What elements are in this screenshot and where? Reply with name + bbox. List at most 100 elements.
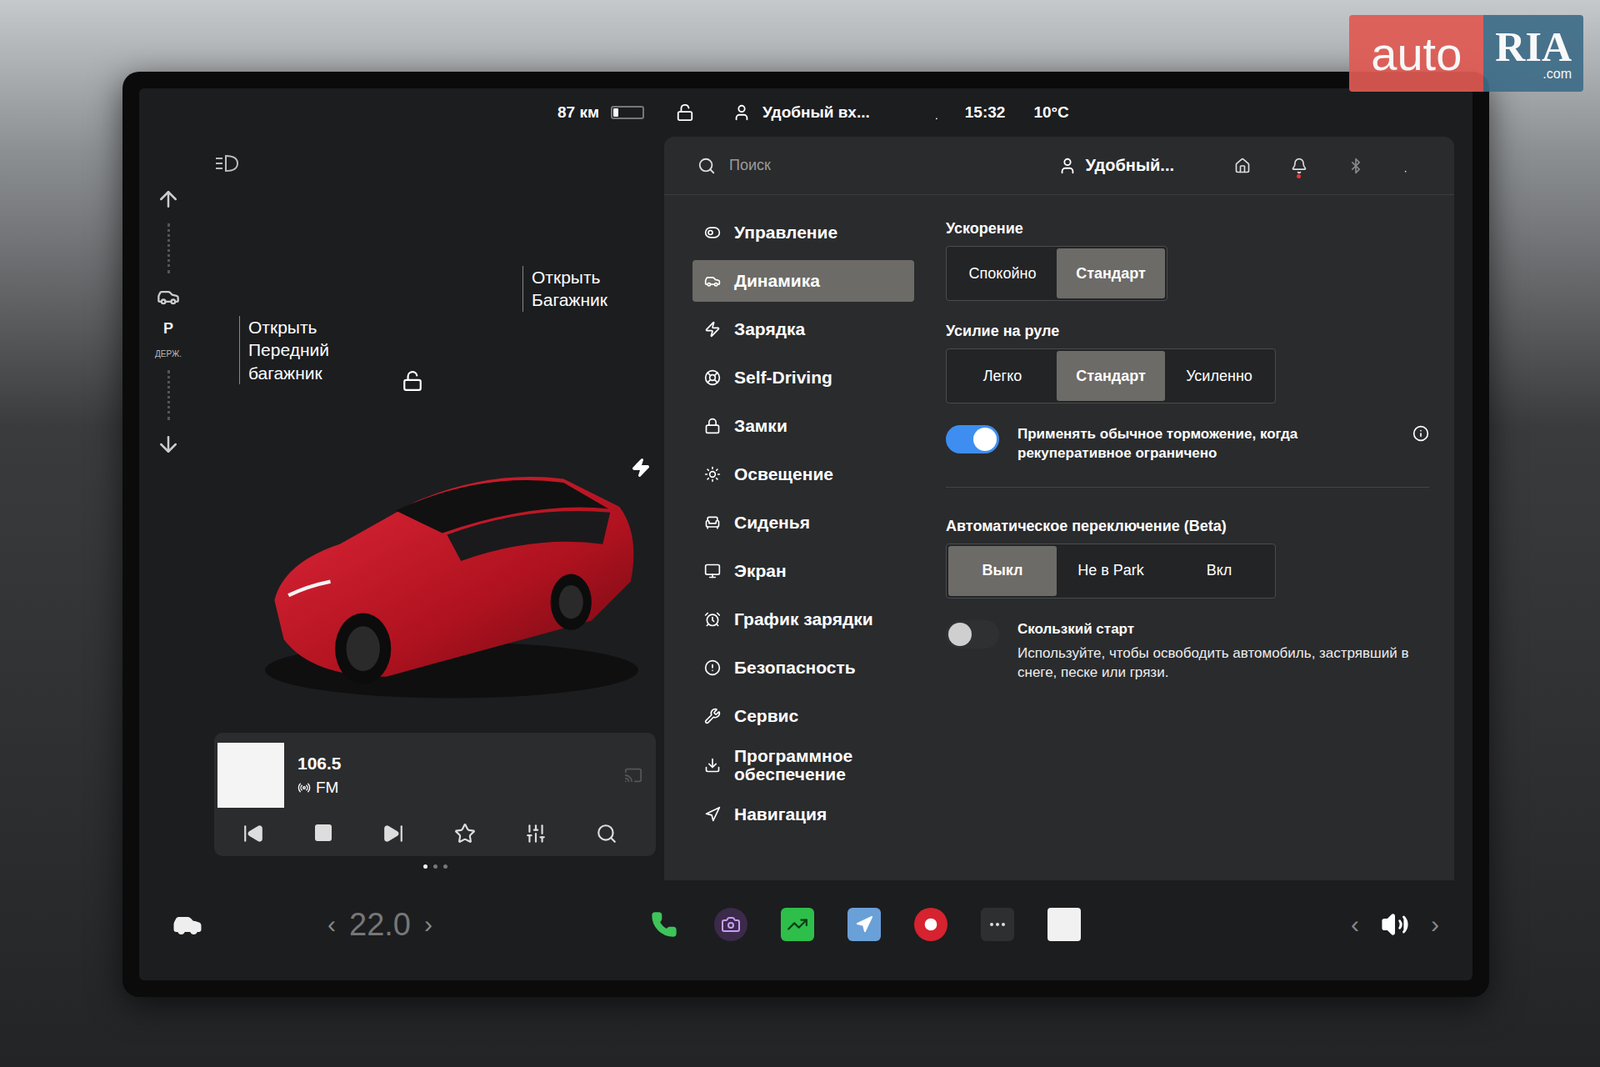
- page-dot[interactable]: [423, 864, 428, 869]
- previous-button[interactable]: [239, 819, 268, 848]
- menu-item[interactable]: Сиденья: [692, 501, 915, 544]
- volume-down[interactable]: ‹: [1350, 910, 1360, 939]
- menu-item[interactable]: Навигация: [692, 793, 915, 835]
- charge-port[interactable]: [630, 457, 651, 481]
- camera-icon[interactable]: [720, 914, 741, 935]
- navigation-icon[interactable]: [855, 915, 874, 934]
- page-dots[interactable]: [214, 855, 656, 869]
- previous-icon[interactable]: [242, 822, 265, 845]
- toggle-switch[interactable]: [945, 425, 1000, 454]
- chart-icon[interactable]: [786, 913, 809, 935]
- menu-item[interactable]: Сервис: [692, 695, 915, 737]
- profile-name[interactable]: Удобный вх...: [762, 103, 870, 122]
- menu-item-icon: [704, 610, 721, 628]
- cabin-temperature[interactable]: 22.0: [349, 906, 411, 943]
- unlock-icon[interactable]: [401, 370, 424, 392]
- media-app[interactable]: [1047, 907, 1081, 941]
- source-icon[interactable]: [624, 765, 643, 785]
- phone-app[interactable]: [647, 907, 681, 941]
- bluetooth-icon[interactable]: [1347, 157, 1365, 175]
- menu-item[interactable]: Освещение: [692, 453, 915, 495]
- navigation-app[interactable]: [847, 907, 881, 941]
- camera-app[interactable]: [714, 907, 748, 941]
- segment-button[interactable]: Выкл: [948, 545, 1057, 596]
- menu-item-icon: [704, 756, 721, 774]
- clock: 15:32: [965, 103, 1006, 122]
- record-icon[interactable]: [924, 917, 938, 931]
- segment-button[interactable]: Стандарт: [1056, 248, 1165, 299]
- stop-icon[interactable]: [313, 822, 334, 843]
- toggle-switch[interactable]: [945, 620, 1000, 649]
- car-icon[interactable]: [172, 909, 203, 940]
- temp-down[interactable]: ‹: [327, 910, 336, 939]
- volume-control: ‹›: [1350, 910, 1440, 939]
- watermark-logo: RIA.com: [1483, 15, 1584, 92]
- unlock-icon[interactable]: [675, 103, 695, 122]
- volume-up[interactable]: ›: [1430, 910, 1440, 939]
- energy-app[interactable]: [780, 907, 815, 941]
- temp-up[interactable]: ›: [424, 910, 433, 939]
- band: FM: [297, 778, 611, 797]
- phone-icon[interactable]: [650, 910, 678, 938]
- star-icon[interactable]: [454, 822, 476, 845]
- settings-panel: Поиск Удобный... Управление Динамика Зарядка…: [664, 136, 1455, 880]
- segment-button[interactable]: Спокойно: [948, 248, 1057, 299]
- favorite-button[interactable]: [450, 819, 480, 848]
- info-icon[interactable]: [1412, 425, 1430, 442]
- car-lock[interactable]: [401, 370, 424, 395]
- next-button[interactable]: [379, 819, 408, 848]
- gear-selector[interactable]: PДЕРЖ.: [139, 136, 198, 880]
- front-trunk-button[interactable]: ОткрытьПереднийбагажник: [239, 315, 330, 385]
- menu-item[interactable]: Экран: [692, 550, 915, 592]
- segment-button[interactable]: Стандарт: [1056, 350, 1165, 401]
- watermark-brand: auto: [1349, 15, 1484, 92]
- ellipsis-icon[interactable]: [987, 914, 1008, 935]
- segment-button[interactable]: Вкл: [1165, 545, 1274, 596]
- menu-item[interactable]: Замки: [692, 405, 915, 447]
- search-button[interactable]: [592, 819, 621, 848]
- page-dot[interactable]: [433, 864, 438, 869]
- no-signal-icon: [935, 103, 954, 122]
- home-button[interactable]: [1234, 157, 1251, 175]
- menu-item[interactable]: Зарядка: [692, 308, 915, 350]
- next-icon[interactable]: [382, 822, 405, 845]
- home-icon[interactable]: [1234, 157, 1251, 175]
- bell-icon[interactable]: [1290, 157, 1308, 175]
- segment-button[interactable]: Легко: [948, 350, 1057, 401]
- menu-item[interactable]: Динамика: [692, 260, 915, 302]
- car-stage: ОткрытьПереднийбагажник ОткрытьБагажник: [214, 153, 656, 733]
- profile-button[interactable]: Удобный...: [1058, 155, 1175, 175]
- bluetooth-button[interactable]: [1347, 157, 1365, 175]
- menu-item[interactable]: Управление: [692, 211, 915, 254]
- rear-trunk-button[interactable]: ОткрытьБагажник: [522, 265, 608, 312]
- setting-section: Усилие на рулеЛегкоСтандартУсиленно: [945, 322, 1430, 404]
- media-controls: [217, 819, 643, 848]
- menu-item[interactable]: Программное обеспечение: [692, 743, 915, 787]
- more-apps[interactable]: [980, 907, 1015, 941]
- equalizer-button[interactable]: [521, 819, 550, 848]
- stop-button[interactable]: [310, 819, 337, 848]
- volume-icon[interactable]: [1380, 910, 1410, 939]
- equalizer-icon[interactable]: [525, 822, 547, 845]
- page: 87 кмУдобный вх...15:3210°CPДЕРЖ.Открыть…: [0, 0, 1600, 1067]
- settings-header: Поиск Удобный...: [664, 136, 1455, 195]
- menu-item[interactable]: Безопасность: [692, 646, 915, 689]
- menu-item[interactable]: График зарядки: [692, 598, 915, 640]
- segmented-control: ВыклНе в ParkВкл: [945, 543, 1276, 599]
- app-dock: [402, 907, 1326, 941]
- lightning-icon[interactable]: [630, 457, 651, 478]
- search-field[interactable]: Поиск: [697, 156, 1044, 175]
- gear-label: P: [163, 320, 174, 338]
- segment-button[interactable]: Не в Park: [1056, 545, 1165, 596]
- notifications-button[interactable]: [1290, 157, 1308, 175]
- segment-button[interactable]: Усиленно: [1165, 350, 1274, 401]
- search-icon[interactable]: [595, 822, 618, 845]
- auto-headlights-icon[interactable]: [214, 153, 243, 174]
- menu-item[interactable]: Self-Driving: [692, 356, 915, 399]
- toggle-row: Применять обычное торможение, когда реку…: [945, 425, 1430, 464]
- user-icon: [732, 103, 751, 122]
- signal-indicator: [1404, 157, 1421, 175]
- page-dot[interactable]: [443, 864, 448, 869]
- display-bezel: 87 кмУдобный вх...15:3210°CPДЕРЖ.Открыть…: [122, 71, 1490, 997]
- dashcam-app[interactable]: [914, 907, 948, 941]
